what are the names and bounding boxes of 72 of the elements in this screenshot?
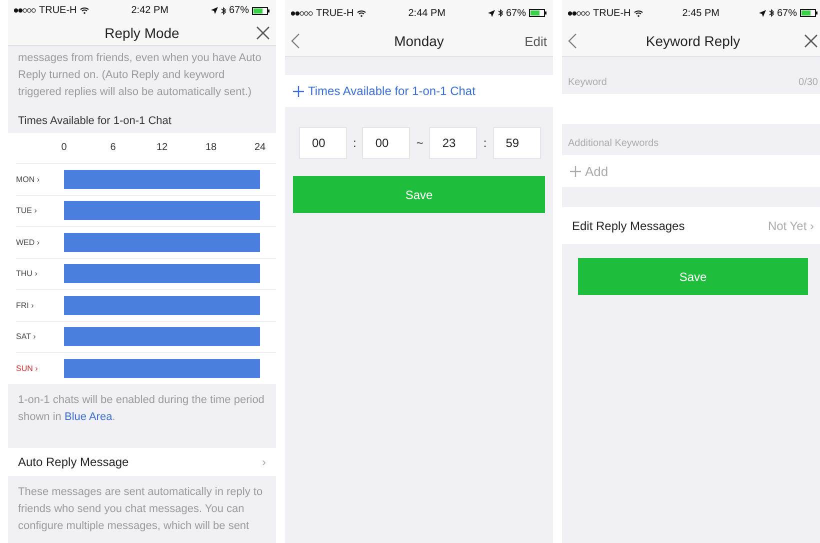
screen-title: Monday (394, 33, 444, 49)
carrier-name: TRUE-H (593, 8, 631, 18)
wifi-icon (80, 7, 89, 14)
bluetooth-icon (498, 9, 503, 17)
close-button[interactable] (256, 26, 270, 40)
field-label: Additional Keywords (568, 138, 659, 149)
status-time: 2:42 PM (131, 5, 168, 16)
battery-icon (800, 9, 818, 17)
day-label[interactable]: FRI (16, 300, 29, 310)
chevron-text: › (35, 364, 38, 373)
battery-percent: 67% (776, 8, 797, 18)
wifi-icon (356, 10, 366, 16)
chevron-text: › (34, 206, 37, 216)
axis-tick: 24 (254, 142, 266, 154)
close-button[interactable] (804, 34, 818, 48)
plus-icon (570, 166, 581, 176)
location-arrow-icon (488, 10, 495, 16)
section-title: Times Available for 1-on-1 Chat (17, 114, 172, 130)
chevron-text: › (36, 174, 40, 184)
bluetooth-icon (768, 9, 774, 17)
colon-text: : (483, 136, 487, 150)
back-button[interactable] (291, 33, 300, 49)
battery-percent: 67% (228, 5, 249, 16)
signal-icon (291, 10, 313, 16)
colon-text: : (353, 136, 356, 150)
battery-icon (528, 9, 547, 17)
day-label[interactable]: TUE (16, 206, 32, 216)
chevron-text: › (262, 454, 266, 469)
hour-field[interactable]: 00 (299, 127, 347, 159)
bluetooth-icon (220, 6, 226, 14)
chevron-text: › (33, 332, 36, 342)
status-time: 2:45 PM (682, 8, 720, 18)
character-count: 0/30 (798, 77, 818, 88)
screen-title: Reply Mode (104, 25, 180, 42)
status-time: 2:44 PM (408, 8, 446, 18)
intro-text: messages from friends, even when you have Auto Reply turned on. (Auto Reply and keyword triggered replies will also be automatically sent.) (17, 51, 262, 100)
tilde-text: ~ (416, 136, 424, 150)
chevron-text: › (36, 238, 40, 247)
battery-percent: 67% (506, 8, 526, 18)
edit-button[interactable]: Edit (524, 34, 547, 48)
chevron-text: › (34, 269, 38, 278)
minute-field[interactable]: 59 (492, 127, 541, 159)
plus-icon (293, 86, 304, 96)
back-button[interactable] (568, 33, 577, 49)
wifi-icon (634, 10, 643, 16)
day-label[interactable]: SAT (16, 332, 31, 342)
description-text: These messages are sent automatically in reply to friends who send you chat messages. You can configure multiple messages, which will be sent (17, 485, 264, 534)
carrier-name: TRUE-H (316, 8, 354, 18)
day-label[interactable]: THU (16, 269, 32, 278)
day-label[interactable]: WED (16, 238, 35, 247)
screen-title: Keyword Reply (646, 33, 740, 49)
axis-tick: 6 (110, 142, 116, 154)
note-text: 1-on-1 chats will be enabled during the time period shown in Blue Area. (17, 392, 266, 425)
auto-reply-row[interactable]: Auto Reply Message › (8, 448, 276, 476)
add-time-button[interactable]: Times Available for 1-on-1 Chat (285, 75, 553, 107)
signal-icon (568, 10, 590, 16)
axis-tick: 12 (156, 142, 168, 154)
day-label[interactable]: SUN (16, 364, 33, 373)
chevron-text: › (31, 300, 34, 310)
signal-icon (14, 8, 36, 13)
edit-reply-row[interactable]: Edit Reply Messages Not Yet › (562, 207, 820, 244)
location-arrow-icon (758, 10, 766, 16)
area-link[interactable]: Blue Area (64, 410, 112, 423)
hour-field[interactable]: 23 (429, 127, 478, 159)
battery-icon (252, 6, 270, 14)
day-label[interactable]: MON (16, 174, 35, 184)
axis-tick: 0 (61, 142, 67, 154)
carrier-name: TRUE-H (39, 5, 77, 16)
location-arrow-icon (210, 7, 218, 14)
axis-tick: 18 (205, 142, 217, 154)
minute-field[interactable]: 00 (362, 127, 410, 159)
field-label: Keyword (568, 77, 607, 88)
